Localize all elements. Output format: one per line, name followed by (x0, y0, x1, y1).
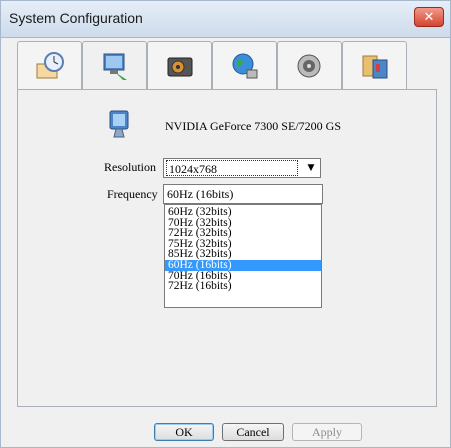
tab-network[interactable] (212, 41, 277, 89)
system-configuration-window: System Configuration ✕ NVIDIA GeForce 73… (0, 0, 451, 448)
title-bar[interactable]: System Configuration ✕ (1, 1, 450, 38)
chevron-down-icon[interactable]: ▼ (302, 159, 320, 177)
ok-button[interactable]: OK (154, 423, 214, 441)
close-icon: ✕ (423, 9, 435, 25)
tab-strip (17, 41, 437, 91)
system-tools-icon (362, 55, 388, 79)
tab-audio[interactable] (277, 41, 342, 89)
resolution-value: 1024x768 (166, 160, 298, 176)
tab-clock[interactable] (17, 41, 82, 89)
adapter-name: NVIDIA GeForce 7300 SE/7200 GS (165, 119, 341, 133)
frequency-option[interactable]: 60Hz (32bits) (165, 206, 321, 218)
monitor-display-icon (103, 53, 127, 80)
tab-disk[interactable] (147, 41, 212, 89)
frequency-label: Frequency (107, 187, 158, 201)
network-globe-icon (232, 53, 258, 79)
frequency-option[interactable]: 72Hz (16bits) (165, 281, 321, 292)
close-button[interactable]: ✕ (414, 7, 444, 27)
resolution-select[interactable]: 1024x768 ▼ (163, 158, 321, 178)
hard-disk-icon (167, 57, 193, 77)
tab-display[interactable] (82, 41, 147, 91)
apply-button[interactable]: Apply (292, 423, 362, 441)
clock-settings-icon (36, 52, 64, 79)
cancel-button[interactable]: Cancel (222, 423, 284, 441)
tab-tools[interactable] (342, 41, 407, 89)
frequency-combo[interactable]: 60Hz (16bits) (163, 184, 323, 204)
frequency-option-selected[interactable]: 60Hz (16bits) (165, 259, 321, 271)
resolution-label: Resolution (104, 160, 157, 174)
display-adapter-icon (109, 110, 129, 138)
speaker-audio-icon (297, 54, 321, 78)
frequency-options-list[interactable]: 60Hz (32bits) 70Hz (32bits) 72Hz (32bits… (164, 204, 322, 308)
window-title: System Configuration (9, 10, 143, 26)
